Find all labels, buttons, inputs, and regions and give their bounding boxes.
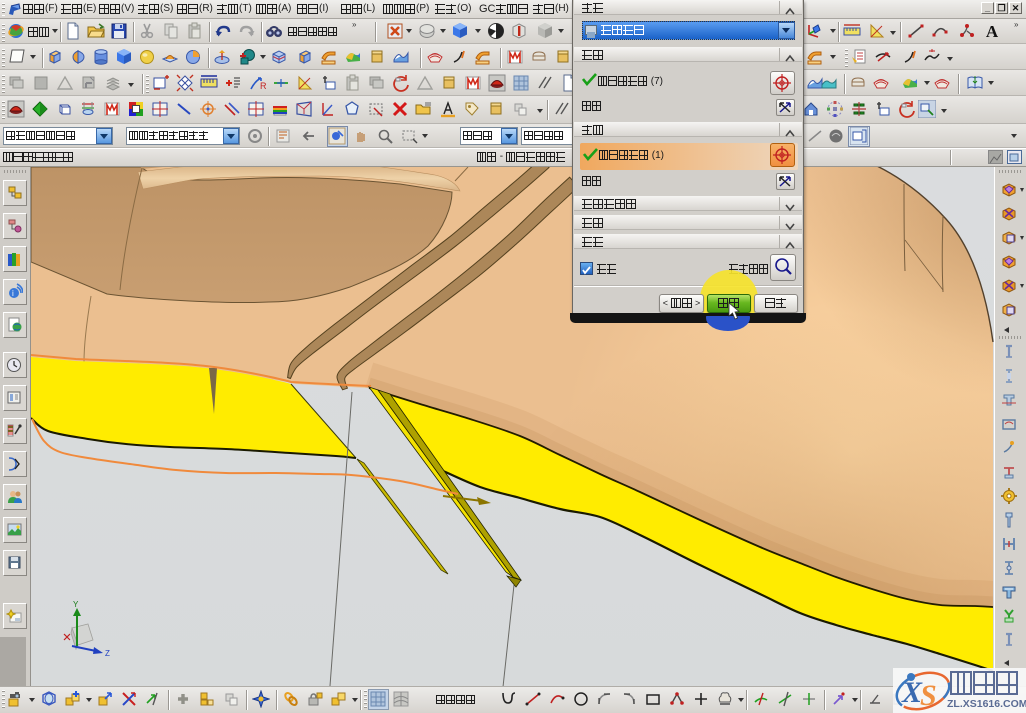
svg-text:Z: Z bbox=[105, 649, 110, 658]
svg-text:R: R bbox=[260, 81, 266, 91]
svg-text:i: i bbox=[12, 289, 14, 298]
svg-text:Y: Y bbox=[73, 600, 79, 609]
svg-text:A: A bbox=[986, 22, 999, 40]
svg-text:S: S bbox=[920, 679, 937, 712]
